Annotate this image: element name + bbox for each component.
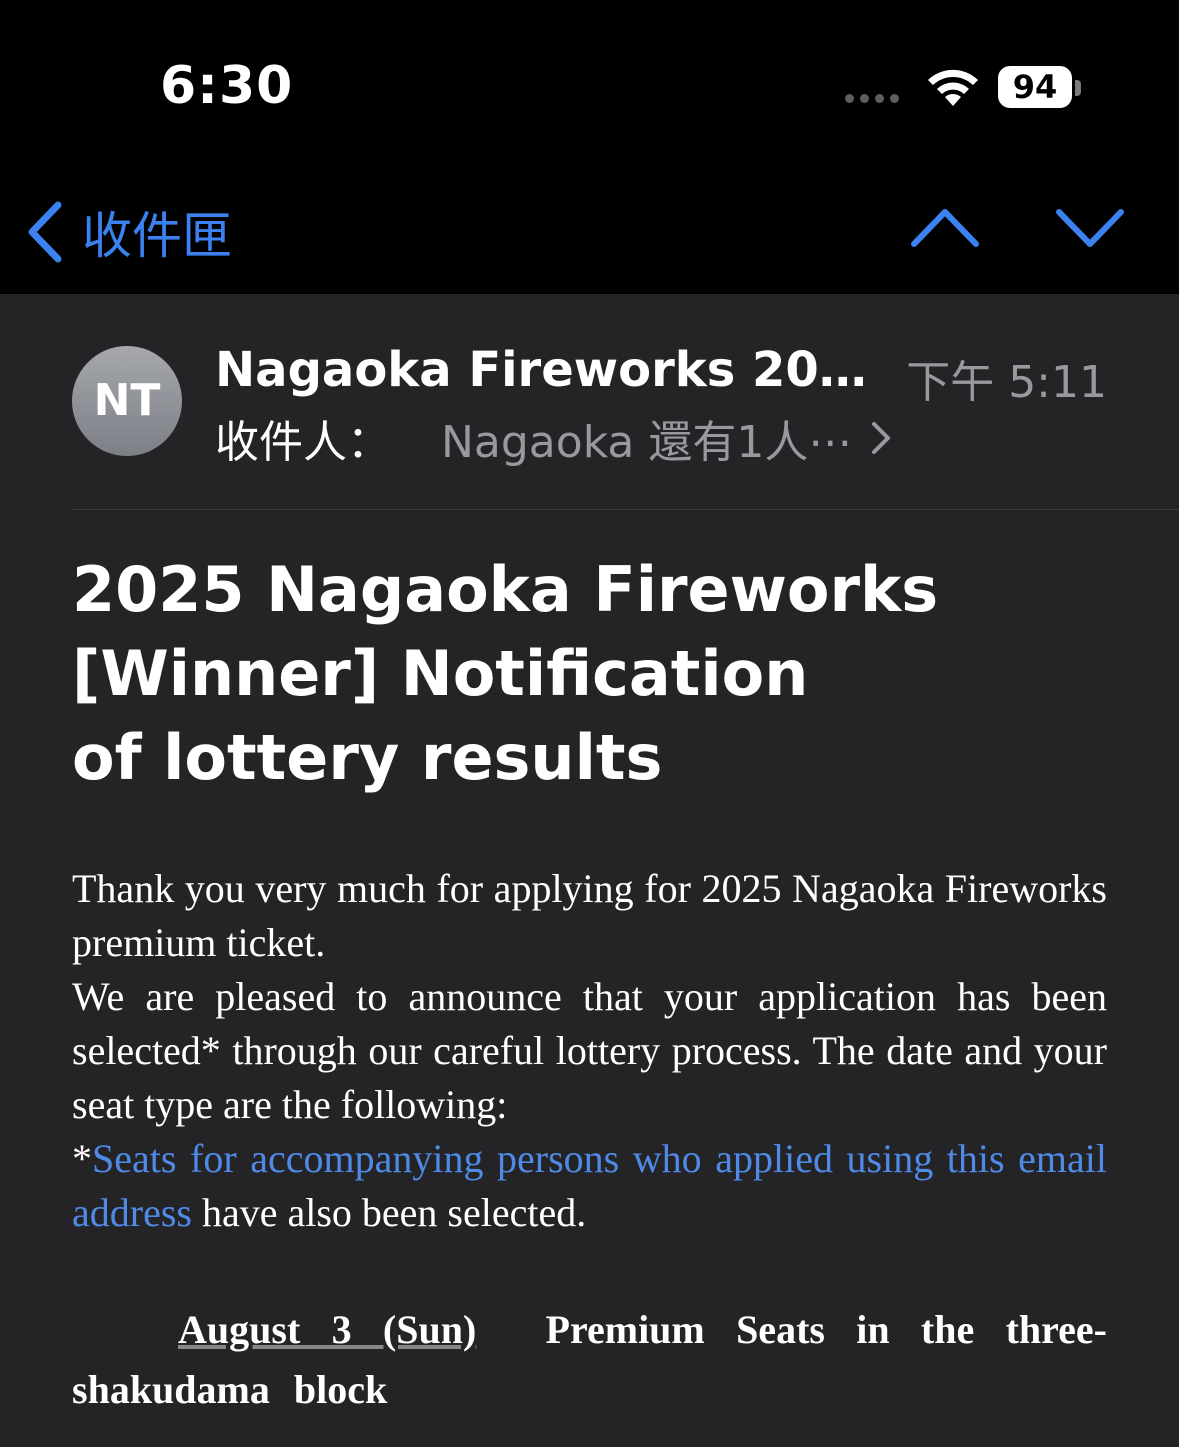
schedule-line: August 3 (Sun) Premium Seats in the thre… <box>72 1300 1107 1420</box>
to-label: 收件人： <box>215 417 391 468</box>
header-divider <box>72 509 1179 510</box>
wifi-icon <box>928 69 978 106</box>
note-suffix: have also been selected. <box>191 1190 587 1235</box>
note-prefix: * <box>72 1136 92 1181</box>
body-paragraph: Thank you very much for applying for 202… <box>72 866 1107 965</box>
message-subject: 2025 Nagaoka Fireworks [Winner] Notifica… <box>72 553 939 794</box>
chevron-left-icon <box>28 201 62 263</box>
next-message-button[interactable] <box>1055 202 1125 252</box>
body-note: *Seats for accompanying persons who appl… <box>72 1132 1107 1240</box>
battery-cap <box>1075 80 1081 96</box>
status-time: 6:30 <box>160 56 294 116</box>
received-time: 下午 5:11 <box>906 357 1107 408</box>
previous-message-button[interactable] <box>910 202 980 252</box>
cellular-signal-icon <box>845 94 899 103</box>
to-recipients: Nagaoka 還有1人⋯ <box>441 417 853 468</box>
status-bar: 6:30 94 <box>0 0 1179 160</box>
battery-level: 94 <box>1012 68 1058 106</box>
message-header: NT Nagaoka Fireworks 2025 I... 下午 5:11 收… <box>0 294 1179 510</box>
back-label: 收件匣 <box>82 207 232 265</box>
event-date[interactable]: August 3 (Sun) <box>178 1307 476 1352</box>
chevron-right-icon <box>872 422 891 454</box>
recipients-row[interactable]: 收件人： Nagaoka 還有1人⋯ <box>215 406 892 470</box>
back-to-inbox-button[interactable]: 收件匣 <box>24 196 232 268</box>
battery-icon: 94 <box>998 66 1072 108</box>
mail-nav-bar: 收件匣 <box>0 160 1179 294</box>
message-body: Thank you very much for applying for 202… <box>72 862 1107 1240</box>
sender-avatar[interactable]: NT <box>72 346 182 456</box>
body-paragraph: We are pleased to announce that your app… <box>72 974 1107 1127</box>
sender-name[interactable]: Nagaoka Fireworks 2025 I... <box>215 342 885 398</box>
